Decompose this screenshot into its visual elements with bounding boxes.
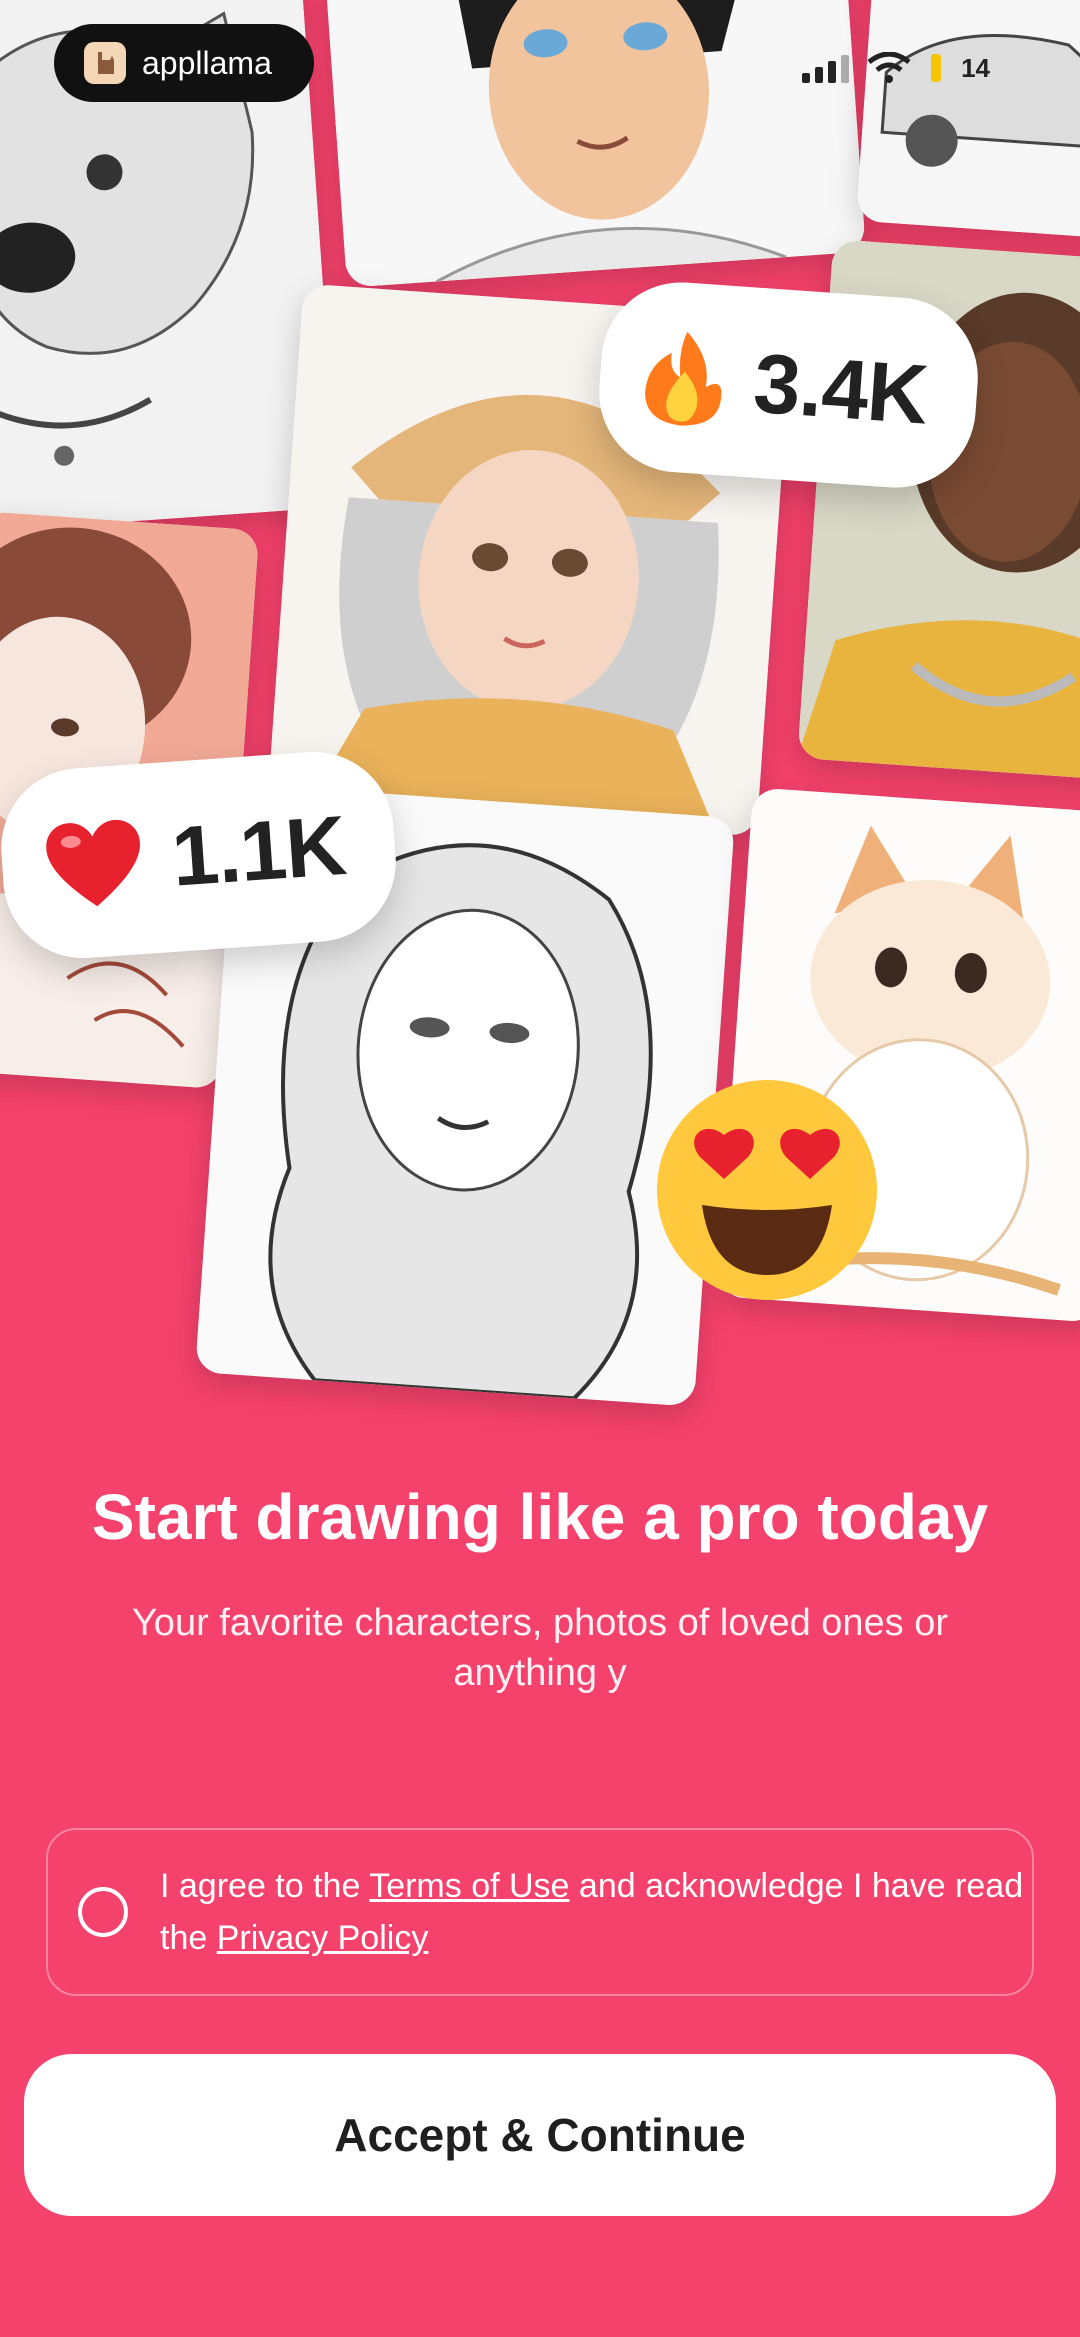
consent-text: I agree to the Terms of Use and acknowle…	[160, 1860, 1032, 1964]
brand-name: appllama	[142, 44, 272, 81]
artwork-collage: 3.4K 1.1K	[0, 0, 1080, 1450]
heart-eyes-icon	[657, 1080, 877, 1300]
likes-fire-badge: 3.4K	[593, 277, 984, 493]
status-bar: 14	[802, 52, 990, 84]
page-subtitle: Your favorite characters, photos of love…	[131, 1602, 949, 1694]
consent-box[interactable]: I agree to the Terms of Use and acknowle…	[46, 1828, 1034, 1996]
heart-badge-value: 1.1K	[168, 797, 349, 904]
car-sketch-card	[855, 0, 1080, 239]
consent-prefix: I agree to the	[160, 1867, 370, 1905]
car-sketch-image	[855, 0, 1080, 239]
brand-badge: appllama	[54, 24, 314, 102]
terms-of-use-link[interactable]: Terms of Use	[369, 1867, 569, 1905]
battery-level: 14	[961, 52, 990, 83]
privacy-policy-link[interactable]: Privacy Policy	[217, 1919, 429, 1957]
llama-icon	[84, 42, 126, 84]
anime-man-card	[324, 0, 866, 288]
likes-heart-badge: 1.1K	[0, 746, 402, 964]
anime-man-image	[324, 0, 866, 288]
cellular-signal-icon	[802, 53, 850, 83]
wifi-icon	[867, 52, 911, 83]
consent-radio[interactable]	[78, 1887, 128, 1937]
heart-icon	[46, 820, 140, 907]
battery-icon	[931, 54, 942, 82]
accept-continue-button[interactable]: Accept & Continue	[24, 2054, 1056, 2216]
fire-icon	[645, 331, 722, 426]
page-title: Start drawing like a pro today	[91, 1481, 989, 1553]
fire-badge-value: 3.4K	[750, 335, 931, 442]
